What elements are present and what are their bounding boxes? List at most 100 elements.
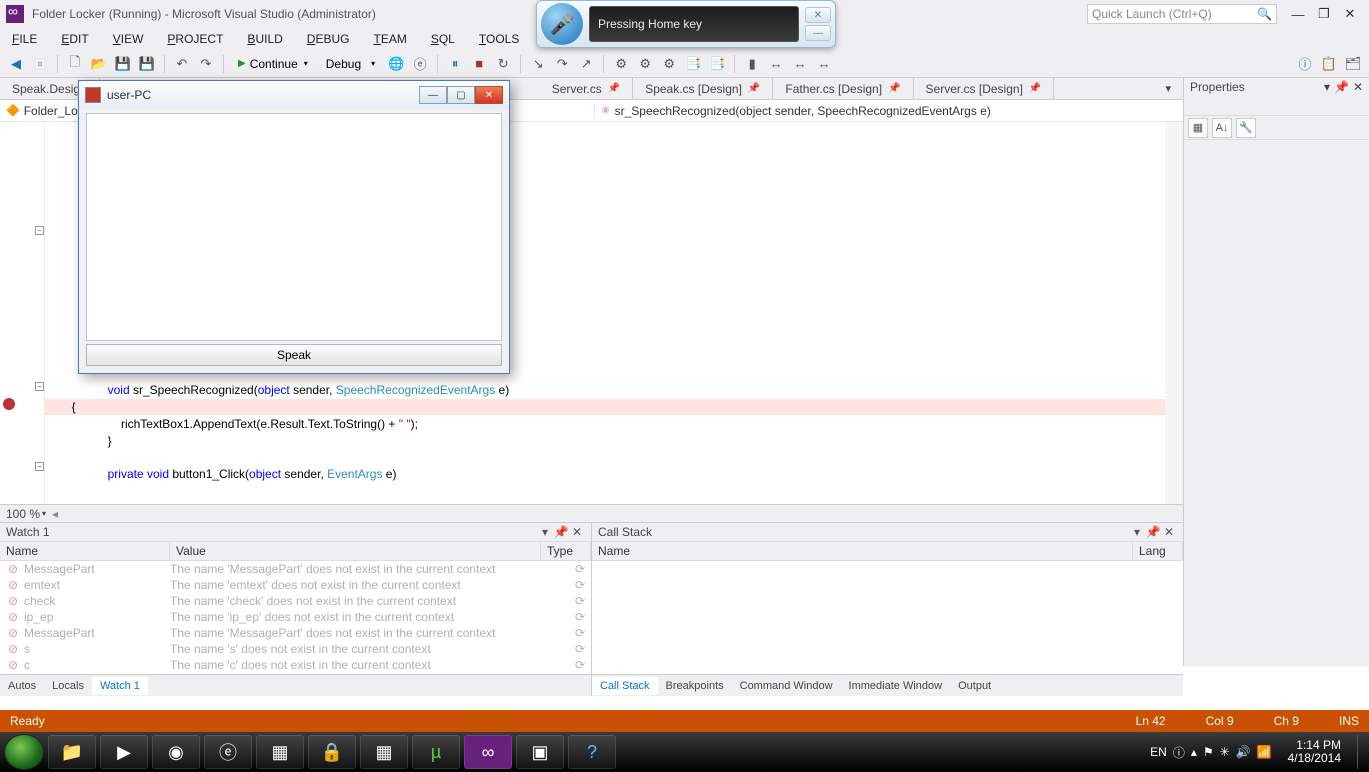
close-icon[interactable]: ✕ [1353,80,1363,94]
pin-icon[interactable]: 📌 [888,83,900,94]
tool-icon[interactable]: 📑 [707,54,727,74]
watch-row[interactable]: emtextThe name 'emtext' does not exist i… [0,577,591,593]
menu-team[interactable]: TEAM [369,30,410,48]
flag-icon[interactable]: ⚑ [1203,745,1214,759]
tab-autos[interactable]: Autos [0,677,44,695]
tool-icon[interactable]: 🗂 [1343,54,1363,74]
clock[interactable]: 1:14 PM 4/18/2014 [1278,739,1351,765]
menu-project[interactable]: PROJECT [163,30,227,48]
zoom-dropdown[interactable]: 100 % [6,507,40,521]
dropdown-icon[interactable]: ▾ [1129,525,1145,539]
tool-icon[interactable]: ⚙ [611,54,631,74]
menu-edit[interactable]: EDIT [57,30,92,48]
fold-icon[interactable]: − [35,462,44,471]
tray-icon[interactable]: ✳ [1220,745,1230,759]
open-icon[interactable]: 📂 [89,54,109,74]
save-icon[interactable]: 💾 [113,54,133,74]
watch-row[interactable]: checkThe name 'check' does not exist in … [0,593,591,609]
tool-icon[interactable]: 📋 [1319,54,1339,74]
col-value[interactable]: Value [170,542,541,560]
show-desktop[interactable] [1357,735,1365,769]
tool-icon[interactable]: ⚙ [659,54,679,74]
stop-icon[interactable]: ■ [469,54,489,74]
info-icon[interactable]: ⓘ [1295,54,1315,74]
taskbar-vs[interactable]: ∞ [464,735,512,769]
browser-icon[interactable]: 🌐 [386,54,406,74]
tool-icon[interactable]: ▮ [742,54,762,74]
wrench-icon[interactable]: 🔧 [1236,118,1256,138]
minimize-button[interactable]: ― [1285,4,1311,24]
nav-fwd-icon[interactable]: ▫ [30,54,50,74]
help-icon[interactable]: ⓘ [1173,744,1185,761]
properties-object-dropdown[interactable] [1184,96,1369,116]
watch-row[interactable]: sThe name 's' does not exist in the curr… [0,641,591,657]
richtextbox[interactable] [86,113,502,341]
pin-icon[interactable]: 📌 [1029,83,1041,94]
undo-icon[interactable]: ↶ [172,54,192,74]
restore-button[interactable]: ❐ [1311,4,1337,24]
taskbar-ie[interactable]: ⓔ [204,735,252,769]
pause-icon[interactable]: ⏸ [445,54,465,74]
taskbar-app[interactable]: ▦ [360,735,408,769]
doc-tab[interactable]: Server.cs [Design]📌 [914,78,1055,99]
tool-icon[interactable]: ↔ [790,54,810,74]
pin-icon[interactable]: 📌 [1145,525,1161,539]
speak-button[interactable]: Speak [86,344,502,366]
col-name[interactable]: Name [592,542,1133,560]
menu-debug[interactable]: DEBUG [303,30,354,48]
tab-command[interactable]: Command Window [732,677,841,695]
watch-row[interactable]: MessagePartThe name 'MessagePart' does n… [0,561,591,577]
tool-icon[interactable]: ↔ [766,54,786,74]
editor-gutter[interactable]: − − − [0,122,45,504]
callstack-header[interactable]: Call Stack ▾ 📌 ✕ [592,523,1183,541]
close-button[interactable]: ✕ [1337,4,1363,24]
speech-close-icon[interactable]: ✕ [805,7,831,23]
categorize-icon[interactable]: ▦ [1188,118,1208,138]
start-button[interactable] [4,734,44,770]
taskbar-explorer[interactable]: 📁 [48,735,96,769]
menu-file[interactable]: FILE [8,30,41,48]
doc-tab[interactable]: Father.cs [Design]📌 [773,78,913,99]
step-into-icon[interactable]: ↘ [528,54,548,74]
tab-watch1[interactable]: Watch 1 [92,677,148,695]
step-out-icon[interactable]: ↗ [576,54,596,74]
step-over-icon[interactable]: ↷ [552,54,572,74]
col-name[interactable]: Name [0,542,170,560]
volume-icon[interactable]: 🔊 [1236,745,1251,759]
pin-icon[interactable]: 📌 [553,525,569,539]
continue-button[interactable]: ▶ Continue▾ [231,56,315,72]
menu-sql[interactable]: SQL [427,30,459,48]
lang-indicator[interactable]: EN [1150,745,1167,759]
minimize-button[interactable]: — [419,86,447,104]
close-icon[interactable]: ✕ [569,525,585,539]
tab-immediate[interactable]: Immediate Window [841,677,951,695]
tool-icon[interactable]: ⚙ [635,54,655,74]
nav-back-icon[interactable]: ◀ [6,54,26,74]
doc-tab[interactable]: Speak.cs [Design]📌 [633,78,773,99]
config-dropdown[interactable]: Debug▾ [319,56,382,72]
pin-icon[interactable]: 📌 [748,83,760,94]
tray-icon[interactable]: ▴ [1191,745,1197,759]
taskbar-mediaplayer[interactable]: ▶ [100,735,148,769]
taskbar-help[interactable]: ? [568,735,616,769]
tab-output[interactable]: Output [950,677,999,695]
breakpoint-icon[interactable] [3,398,15,410]
tab-locals[interactable]: Locals [44,677,92,695]
scroll-left-icon[interactable]: ◂ [52,507,58,521]
tab-overflow-icon[interactable]: ▾ [1153,78,1183,99]
taskbar-app[interactable]: ▦ [256,735,304,769]
save-all-icon[interactable]: 💾 [137,54,157,74]
maximize-button[interactable]: ▢ [447,86,475,104]
col-lang[interactable]: Lang [1133,542,1183,560]
network-icon[interactable]: 📶 [1257,745,1272,759]
userpc-window[interactable]: user-PC — ▢ ✕ Speak [78,80,510,374]
userpc-titlebar[interactable]: user-PC — ▢ ✕ [79,81,509,109]
watch-header[interactable]: Watch 1 ▾ 📌 ✕ [0,523,591,541]
close-button[interactable]: ✕ [475,86,503,104]
redo-icon[interactable]: ↷ [196,54,216,74]
restart-icon[interactable]: ↻ [493,54,513,74]
menu-tools[interactable]: TOOLS [475,30,523,48]
watch-row[interactable]: ip_epThe name 'ip_ep' does not exist in … [0,609,591,625]
doc-tab[interactable]: Server.cs📌 [540,78,633,99]
new-project-icon[interactable]: 🗋 [65,54,85,74]
